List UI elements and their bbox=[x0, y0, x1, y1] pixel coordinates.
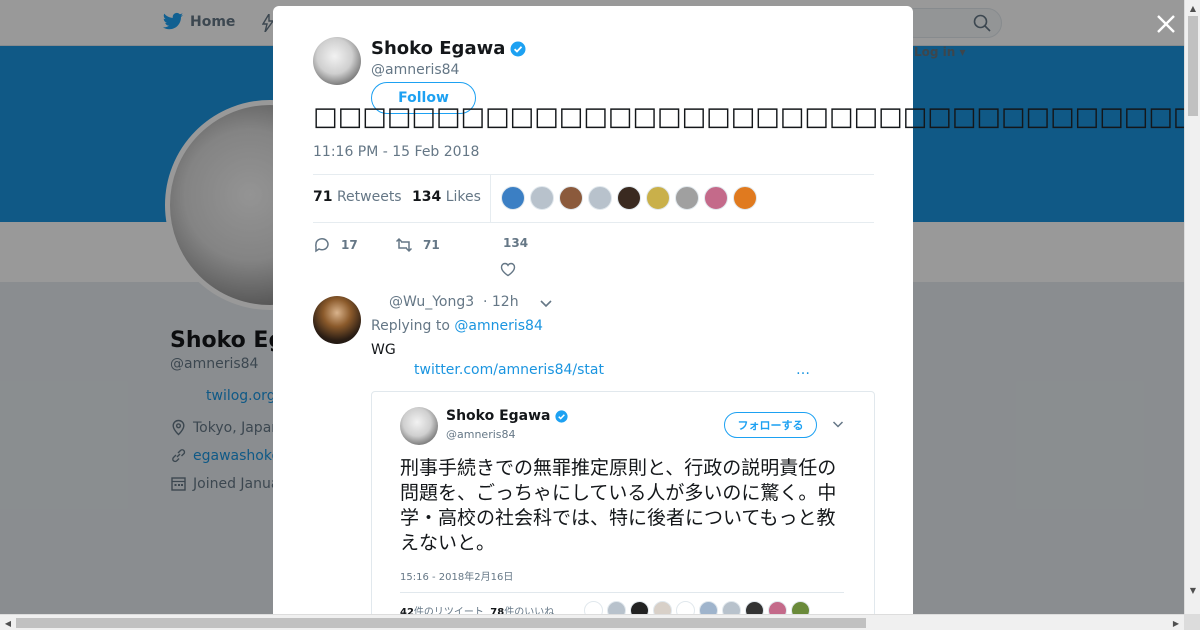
liker-avatar[interactable] bbox=[617, 186, 641, 210]
quoted-divider bbox=[400, 592, 844, 593]
author-handle[interactable]: @amneris84 bbox=[371, 62, 459, 78]
author-avatar[interactable] bbox=[313, 37, 361, 85]
reply-author-avatar[interactable] bbox=[313, 296, 361, 344]
horizontal-scrollbar-thumb[interactable] bbox=[16, 618, 866, 628]
retweet-action[interactable]: 71 bbox=[395, 236, 440, 254]
retweet-icon bbox=[395, 237, 413, 253]
retweets-count: 71 bbox=[313, 189, 333, 205]
author-name-row[interactable]: Shoko Egawa bbox=[371, 38, 526, 59]
quoted-author-handle[interactable]: @amneris84 bbox=[446, 428, 516, 441]
tweet-actions: 17 71 134 bbox=[313, 234, 874, 284]
quoted-tweet-card[interactable]: Shoko Egawa @amneris84 フォローする 刑事手続きでの無罪推… bbox=[371, 391, 875, 621]
replying-to-link[interactable]: @amneris84 bbox=[454, 318, 542, 334]
liker-avatar[interactable] bbox=[501, 186, 525, 210]
replying-to: Replying to @amneris84 bbox=[371, 318, 543, 334]
quoted-follow-button[interactable]: フォローする bbox=[724, 412, 817, 438]
verified-badge-icon bbox=[510, 41, 526, 56]
verified-badge-icon bbox=[554, 409, 568, 423]
replying-prefix: Replying to bbox=[371, 318, 450, 334]
liker-avatar[interactable] bbox=[588, 186, 612, 210]
liker-avatars bbox=[501, 186, 757, 210]
quoted-author-avatar[interactable] bbox=[400, 407, 438, 445]
like-count: 134 bbox=[503, 236, 529, 250]
retweets-stat[interactable]: 71 Retweets bbox=[313, 189, 402, 205]
liker-avatar[interactable] bbox=[646, 186, 670, 210]
scroll-left-arrow-icon[interactable]: ◀ bbox=[0, 615, 16, 630]
quoted-author-name-row[interactable]: Shoko Egawa bbox=[446, 408, 568, 424]
reply-count: 17 bbox=[341, 238, 358, 252]
chevron-down-icon[interactable] bbox=[539, 296, 553, 310]
tweet-text: □□□□□□□□□□□□□□□□□□□□□□□□□□□□□□□□□□□□□□□□… bbox=[313, 102, 1193, 132]
horizontal-scrollbar[interactable]: ◀ ▶ bbox=[0, 614, 1184, 630]
vertical-scrollbar-thumb[interactable] bbox=[1188, 16, 1198, 116]
scrollbar-corner bbox=[1184, 614, 1200, 630]
quoted-tweet-text: 刑事手続きでの無罪推定原則と、行政の説明責任の問題を、ごっちゃにしている人が多い… bbox=[400, 457, 837, 554]
chevron-down-icon[interactable] bbox=[832, 418, 844, 430]
liker-avatar[interactable] bbox=[733, 186, 757, 210]
liker-avatar[interactable] bbox=[675, 186, 699, 210]
liker-avatar[interactable] bbox=[530, 186, 554, 210]
liker-avatar[interactable] bbox=[704, 186, 728, 210]
scroll-up-arrow-icon[interactable]: ▲ bbox=[1185, 0, 1200, 16]
retweet-count: 71 bbox=[423, 238, 440, 252]
reply-action[interactable]: 17 bbox=[313, 236, 358, 254]
stats-divider bbox=[490, 175, 491, 223]
tweet-modal: Shoko Egawa @amneris84 Follow □□□□□□□□□□… bbox=[273, 6, 1193, 621]
reply-timestamp[interactable]: · 12h bbox=[483, 294, 519, 310]
retweets-label: Retweets bbox=[336, 189, 402, 205]
scroll-right-arrow-icon[interactable]: ▶ bbox=[1168, 615, 1184, 630]
reply-icon bbox=[315, 238, 329, 253]
reply-author-handle[interactable]: @Wu_Yong3 bbox=[389, 294, 474, 310]
likes-stat[interactable]: 134 Likes bbox=[412, 189, 481, 205]
quoted-tweet-timestamp[interactable]: 15:16 - 2018年2月16日 bbox=[400, 568, 513, 583]
likes-label: Likes bbox=[445, 189, 481, 205]
tweet-timestamp[interactable]: 11:16 PM - 15 Feb 2018 bbox=[313, 144, 479, 160]
reply-text: WG bbox=[371, 342, 396, 358]
reply-link-ellipsis[interactable]: … bbox=[796, 362, 810, 378]
scroll-down-arrow-icon[interactable]: ▼ bbox=[1185, 582, 1200, 598]
tweet-stats: 71 Retweets 134 Likes bbox=[313, 174, 874, 223]
likes-count: 134 bbox=[412, 189, 442, 205]
vertical-scrollbar[interactable]: ▲ ▼ bbox=[1184, 0, 1200, 614]
close-icon[interactable] bbox=[1154, 12, 1178, 36]
author-name[interactable]: Shoko Egawa bbox=[371, 38, 505, 59]
quoted-author-name[interactable]: Shoko Egawa bbox=[446, 408, 551, 424]
liker-avatar[interactable] bbox=[559, 186, 583, 210]
heart-icon[interactable] bbox=[499, 260, 517, 278]
reply-tweet-link[interactable]: twitter.com/amneris84/stat bbox=[414, 362, 604, 378]
